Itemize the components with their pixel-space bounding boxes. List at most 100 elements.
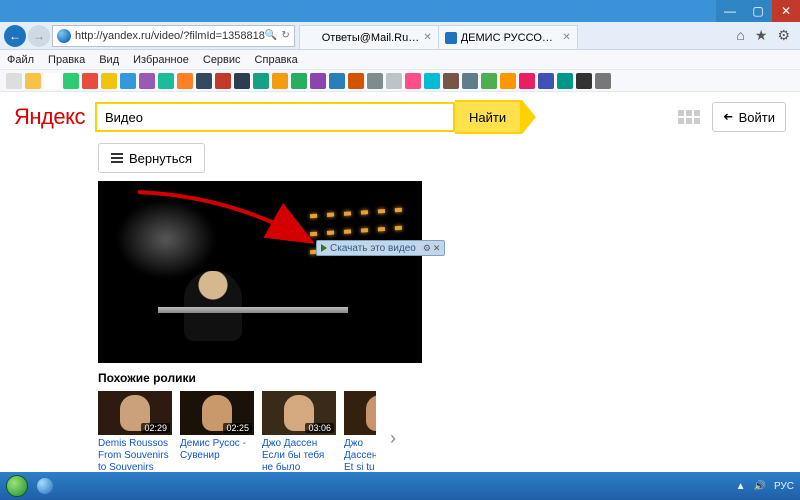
extension-icon[interactable] xyxy=(215,73,231,89)
search-form: Найти xyxy=(95,100,536,134)
related-item[interactable]: 02:25 Демис Русос - Сувенир xyxy=(180,391,254,462)
extension-icon[interactable] xyxy=(63,73,79,89)
related-link[interactable]: Джо Дассен Если бы тебя не было xyxy=(262,438,336,472)
menu-service[interactable]: Сервис xyxy=(196,54,248,66)
extension-icon[interactable] xyxy=(139,73,155,89)
tab-favicon xyxy=(306,32,318,44)
tray-flag-icon[interactable]: ▲ xyxy=(736,481,746,492)
site-favicon xyxy=(57,29,71,43)
extension-icon[interactable] xyxy=(196,73,212,89)
video-frame-decor xyxy=(184,271,242,341)
extension-icon[interactable] xyxy=(405,73,421,89)
tray-language[interactable]: РУС xyxy=(774,481,794,492)
extension-bar xyxy=(0,70,800,92)
related-thumbnail: 03:06 xyxy=(262,391,336,435)
menu-view[interactable]: Вид xyxy=(92,54,126,66)
tab-label: Ответы@Mail.Ru: Как ска... xyxy=(322,32,420,44)
menu-edit[interactable]: Правка xyxy=(41,54,92,66)
menu-file[interactable]: Файл xyxy=(0,54,41,66)
extension-icon[interactable] xyxy=(310,73,326,89)
pill-settings-icon[interactable]: ⚙ xyxy=(423,243,431,254)
extension-icon[interactable] xyxy=(272,73,288,89)
taskbar-pinned-ie[interactable] xyxy=(34,475,56,497)
download-video-button[interactable]: Скачать это видео ⚙✕ xyxy=(316,240,445,256)
extension-icon[interactable] xyxy=(177,73,193,89)
menu-favorites[interactable]: Избранное xyxy=(126,54,196,66)
pill-close-icon[interactable]: ✕ xyxy=(433,243,441,254)
related-thumbnail xyxy=(344,391,376,435)
related-heading: Похожие ролики xyxy=(98,371,800,385)
system-tray: ▲ 🔊 РУС xyxy=(736,481,794,492)
video-player[interactable] xyxy=(98,181,422,363)
related-link[interactable]: Demis Roussos From Souvenirs to Souvenir… xyxy=(98,438,172,472)
hamburger-icon xyxy=(111,153,123,163)
apps-grid-icon[interactable] xyxy=(678,110,700,124)
extension-icon[interactable] xyxy=(386,73,402,89)
tab-strip: Ответы@Mail.Ru: Как ска... ✕ ДЕМИС РУССО… xyxy=(299,22,577,49)
tab-close-icon[interactable]: ✕ xyxy=(423,32,431,43)
extension-icon[interactable] xyxy=(82,73,98,89)
search-input[interactable] xyxy=(95,102,455,132)
taskbar: ▲ 🔊 РУС xyxy=(0,472,800,500)
duration-badge: 02:29 xyxy=(141,423,170,433)
extension-icon[interactable] xyxy=(234,73,250,89)
extension-icon[interactable] xyxy=(291,73,307,89)
related-item[interactable]: 03:06 Джо Дассен Если бы тебя не было xyxy=(262,391,336,472)
return-button[interactable]: Вернуться xyxy=(98,143,205,173)
home-icon[interactable]: ⌂ xyxy=(736,27,744,44)
login-button[interactable]: Войти xyxy=(712,102,786,132)
window-minimize-button[interactable]: — xyxy=(716,0,744,22)
refresh-icon[interactable]: ↻ xyxy=(281,30,289,41)
extension-icon[interactable] xyxy=(557,73,573,89)
extension-icon[interactable] xyxy=(481,73,497,89)
address-bar[interactable]: http://yandex.ru/video/?filmId=1358818 🔍… xyxy=(52,25,295,47)
window-close-button[interactable]: ✕ xyxy=(772,0,800,22)
favorites-icon[interactable]: ★ xyxy=(755,27,768,44)
menu-help[interactable]: Справка xyxy=(248,54,305,66)
extension-icon[interactable] xyxy=(538,73,554,89)
tools-icon[interactable]: ⚙ xyxy=(777,27,790,44)
yandex-logo[interactable]: Яндекс xyxy=(14,104,85,130)
nav-forward-button[interactable]: → xyxy=(28,25,50,47)
tab-close-icon[interactable]: ✕ xyxy=(562,32,570,43)
extension-icon[interactable] xyxy=(44,73,60,89)
search-button[interactable]: Найти xyxy=(455,100,522,134)
extension-icon[interactable] xyxy=(576,73,592,89)
extension-icon[interactable] xyxy=(25,73,41,89)
tab-label: ДЕМИС РУССОС - СУВ... xyxy=(461,32,559,44)
extension-icon[interactable] xyxy=(6,73,22,89)
related-link[interactable]: Джо Дассен Et si tu n'ex xyxy=(344,438,376,472)
browser-menubar: Файл Правка Вид Избранное Сервис Справка xyxy=(0,50,800,70)
search-icon[interactable]: 🔍 xyxy=(265,30,277,41)
extension-icon[interactable] xyxy=(101,73,117,89)
extension-icon[interactable] xyxy=(253,73,269,89)
nav-back-button[interactable]: ← xyxy=(4,25,26,47)
extension-icon[interactable] xyxy=(120,73,136,89)
extension-icon[interactable] xyxy=(367,73,383,89)
extension-icon[interactable] xyxy=(348,73,364,89)
extension-icon[interactable] xyxy=(462,73,478,89)
extension-icon[interactable] xyxy=(158,73,174,89)
related-item[interactable]: 02:29 Demis Roussos From Souvenirs to So… xyxy=(98,391,172,472)
window-titlebar: — ▢ ✕ xyxy=(0,0,800,22)
extension-icon[interactable] xyxy=(329,73,345,89)
related-item[interactable]: Джо Дассен Et si tu n'ex xyxy=(344,391,376,472)
search-arrow-decor xyxy=(522,100,536,134)
related-next-button[interactable]: › xyxy=(384,424,402,454)
video-frame-decor xyxy=(116,199,216,279)
extension-icon[interactable] xyxy=(519,73,535,89)
tray-sound-icon[interactable]: 🔊 xyxy=(754,481,766,492)
extension-icon[interactable] xyxy=(500,73,516,89)
related-row: 02:29 Demis Roussos From Souvenirs to So… xyxy=(98,391,800,472)
browser-tab[interactable]: ДЕМИС РУССОС - СУВ... ✕ xyxy=(438,25,578,49)
window-maximize-button[interactable]: ▢ xyxy=(744,0,772,22)
site-header: Яндекс Найти Войти xyxy=(0,92,800,138)
extension-icon[interactable] xyxy=(595,73,611,89)
extension-icon[interactable] xyxy=(424,73,440,89)
return-label: Вернуться xyxy=(129,151,192,166)
start-button[interactable] xyxy=(6,475,28,497)
browser-tab[interactable]: Ответы@Mail.Ru: Как ска... ✕ xyxy=(299,25,439,49)
related-link[interactable]: Демис Русос - Сувенир xyxy=(180,438,254,462)
video-frame-decor xyxy=(158,307,348,313)
extension-icon[interactable] xyxy=(443,73,459,89)
